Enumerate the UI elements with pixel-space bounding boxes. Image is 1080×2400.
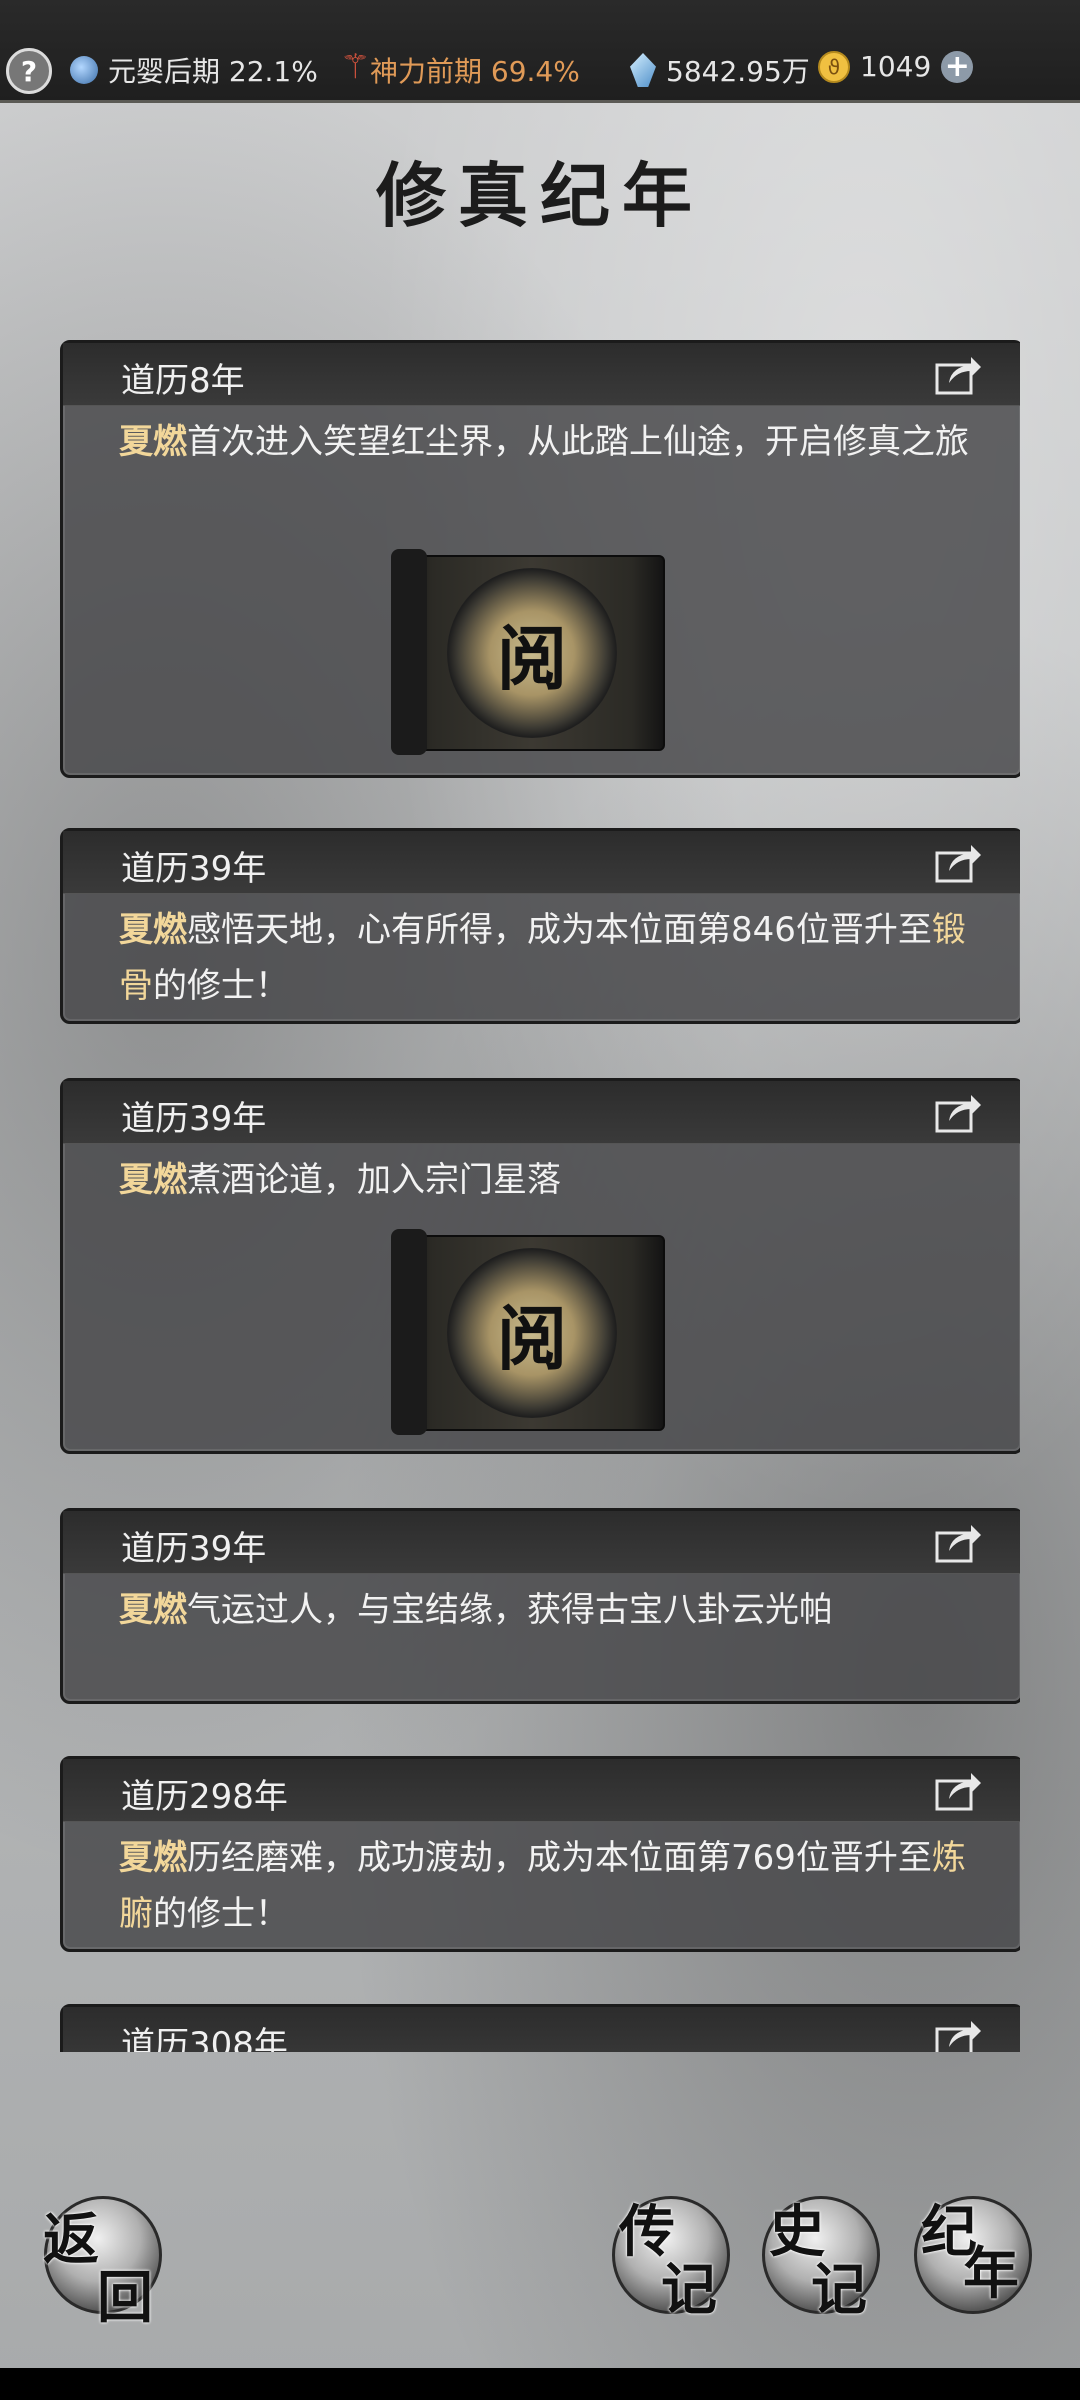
share-icon[interactable] bbox=[935, 1521, 983, 1563]
cultivation-orb-icon bbox=[70, 56, 98, 84]
entry-year: 道历39年 bbox=[121, 849, 267, 889]
entry-year: 道历39年 bbox=[121, 1529, 267, 1569]
back-button[interactable]: 返 回 bbox=[43, 2196, 162, 2331]
character-name: 夏燃 bbox=[119, 422, 187, 462]
chronicle-button[interactable]: 纪 年 bbox=[914, 2196, 1032, 2314]
entry-header: 道历39年 bbox=[63, 1511, 1020, 1574]
chronicle-list[interactable]: 道历8年 夏燃首次进入笑望红尘界，从此踏上仙途，开启修真之旅 阅 道历39年 夏… bbox=[60, 340, 1020, 2052]
entry-year: 道历8年 bbox=[121, 361, 245, 401]
biography-button[interactable]: 传 记 bbox=[612, 2196, 730, 2323]
character-name: 夏燃 bbox=[119, 1838, 187, 1878]
chronicle-entry: 道历39年 夏燃煮酒论道，加入宗门星落 阅 bbox=[60, 1078, 1020, 1454]
entry-description: 夏燃煮酒论道，加入宗门星落 bbox=[119, 1160, 561, 1200]
entry-description: 夏燃历经磨难，成功渡劫，成为本位面第769位晋升至炼腑的修士！ bbox=[119, 1838, 966, 1934]
system-nav-bar bbox=[0, 2368, 1080, 2400]
crystal-icon bbox=[630, 53, 656, 87]
character-name: 夏燃 bbox=[119, 1590, 187, 1630]
page-title: 修真纪年 bbox=[376, 154, 704, 237]
entry-header: 道历298年 bbox=[63, 1759, 1020, 1822]
entry-header: 道历308年 bbox=[63, 2007, 1020, 2052]
entry-header: 道历39年 bbox=[63, 831, 1020, 894]
divine-power-stat: ⚚ 神力前期 69.4% bbox=[340, 50, 580, 90]
chronicle-entry: 道历8年 夏燃首次进入笑望红尘界，从此踏上仙途，开启修真之旅 阅 bbox=[60, 340, 1020, 778]
chronicle-entry: 道历39年 夏燃感悟天地，心有所得，成为本位面第846位晋升至锻骨的修士！ bbox=[60, 828, 1020, 1024]
coin-stat: ϑ 1049 + bbox=[818, 49, 974, 84]
character-name: 夏燃 bbox=[119, 1160, 187, 1200]
coin-icon: ϑ bbox=[818, 50, 850, 83]
chronicle-entry: 道历308年 bbox=[60, 2004, 1020, 2052]
read-char: 阅 bbox=[447, 568, 617, 738]
add-coins-button[interactable]: + bbox=[941, 49, 974, 84]
entry-year: 道历308年 bbox=[121, 2025, 288, 2052]
chronicle-entry: 道历298年 夏燃历经磨难，成功渡劫，成为本位面第769位晋升至炼腑的修士！ bbox=[60, 1756, 1020, 1952]
cultivation-text: 元婴后期 22.1% bbox=[108, 55, 318, 88]
coin-text: 1049 bbox=[860, 50, 932, 83]
chronicle-entry: 道历39年 夏燃气运过人，与宝结缘，获得古宝八卦云光帕 bbox=[60, 1508, 1020, 1704]
read-scroll-button[interactable]: 阅 bbox=[391, 1229, 665, 1435]
status-bar: ? 元婴后期 22.1% ⚚ 神力前期 69.4% 5842.95万 ϑ 104… bbox=[0, 0, 1080, 103]
read-char: 阅 bbox=[447, 1248, 617, 1418]
cultivation-stat: 元婴后期 22.1% bbox=[70, 50, 318, 90]
entry-description: 夏燃感悟天地，心有所得，成为本位面第846位晋升至锻骨的修士！ bbox=[119, 910, 966, 1006]
entry-description: 夏燃首次进入笑望红尘界，从此踏上仙途，开启修真之旅 bbox=[119, 422, 969, 462]
share-icon[interactable] bbox=[935, 2017, 983, 2052]
character-name: 夏燃 bbox=[119, 910, 187, 950]
entry-year: 道历39年 bbox=[121, 1099, 267, 1139]
entry-header: 道历39年 bbox=[63, 1081, 1020, 1144]
share-icon[interactable] bbox=[935, 353, 983, 395]
divine-power-text: 神力前期 69.4% bbox=[370, 55, 580, 88]
spirit-stone-text: 5842.95万 bbox=[666, 55, 810, 88]
share-icon[interactable] bbox=[935, 1769, 983, 1811]
help-icon: ? bbox=[20, 54, 38, 88]
entry-description: 夏燃气运过人，与宝结缘，获得古宝八卦云光帕 bbox=[119, 1590, 833, 1630]
read-scroll-button[interactable]: 阅 bbox=[391, 549, 665, 755]
entry-header: 道历8年 bbox=[63, 343, 1020, 406]
share-icon[interactable] bbox=[935, 841, 983, 883]
share-icon[interactable] bbox=[935, 1091, 983, 1133]
help-button[interactable]: ? bbox=[6, 48, 52, 94]
history-button[interactable]: 史 记 bbox=[762, 2196, 880, 2323]
spirit-stone-stat: 5842.95万 bbox=[630, 50, 810, 90]
trident-icon: ⚚ bbox=[340, 47, 371, 87]
entry-year: 道历298年 bbox=[121, 1777, 288, 1817]
